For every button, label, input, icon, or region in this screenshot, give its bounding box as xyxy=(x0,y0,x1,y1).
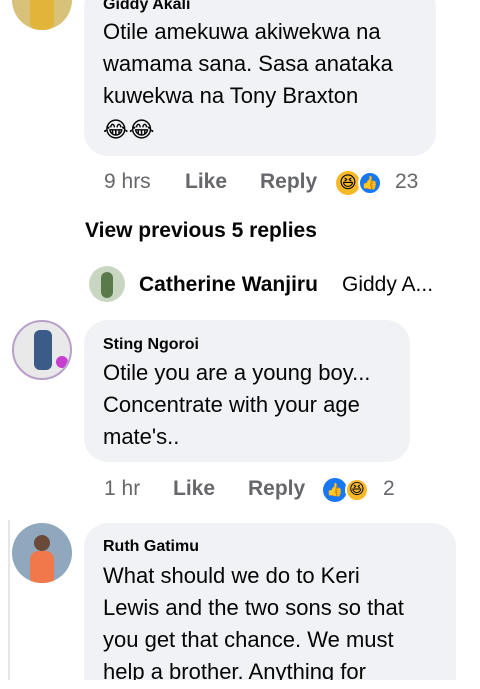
like-icon[interactable]: 👍 xyxy=(358,171,382,195)
comment-time[interactable]: 1 hr xyxy=(104,477,140,501)
haha-icon[interactable]: 😆 xyxy=(345,478,369,502)
reply-preview-author[interactable]: Catherine Wanjiru xyxy=(139,273,318,297)
comment-text: Otile amekuwa akiwekwa na wamama sana. S… xyxy=(103,19,393,108)
reply-button[interactable]: Reply xyxy=(260,170,317,194)
avatar-sting-ngoroi[interactable] xyxy=(12,320,72,380)
like-button[interactable]: Like xyxy=(173,477,215,501)
view-previous-replies[interactable]: View previous 5 replies xyxy=(85,219,317,243)
avatar-catherine-wanjiru[interactable] xyxy=(89,266,125,302)
comment-emoji: 😂😂 xyxy=(103,117,155,142)
avatar-giddy-akali[interactable] xyxy=(12,0,72,30)
avatar-ruth-gatimu[interactable] xyxy=(12,523,72,583)
comment-author[interactable]: Sting Ngoroi xyxy=(103,336,199,354)
reaction-count[interactable]: 2 xyxy=(383,477,395,501)
comment-text: Otile you are a young boy... Concentrate… xyxy=(103,360,371,449)
reaction-count[interactable]: 23 xyxy=(395,170,418,194)
comment-text: What should we do to Keri Lewis and the … xyxy=(103,563,404,684)
comment-actions: 9 hrs Like Reply xyxy=(104,170,444,196)
bottom-bar xyxy=(0,680,480,689)
like-icon[interactable]: 👍 xyxy=(323,478,347,502)
like-button[interactable]: Like xyxy=(185,170,227,194)
haha-icon[interactable]: 😆 xyxy=(336,171,360,195)
reply-preview-snippet[interactable]: Giddy A... xyxy=(342,273,433,297)
comment-author[interactable]: Ruth Gatimu xyxy=(103,538,199,556)
reply-button[interactable]: Reply xyxy=(248,477,305,501)
comment-author[interactable]: Giddy Akali xyxy=(103,0,190,14)
thread-line xyxy=(8,520,10,689)
comment-time[interactable]: 9 hrs xyxy=(104,170,151,194)
